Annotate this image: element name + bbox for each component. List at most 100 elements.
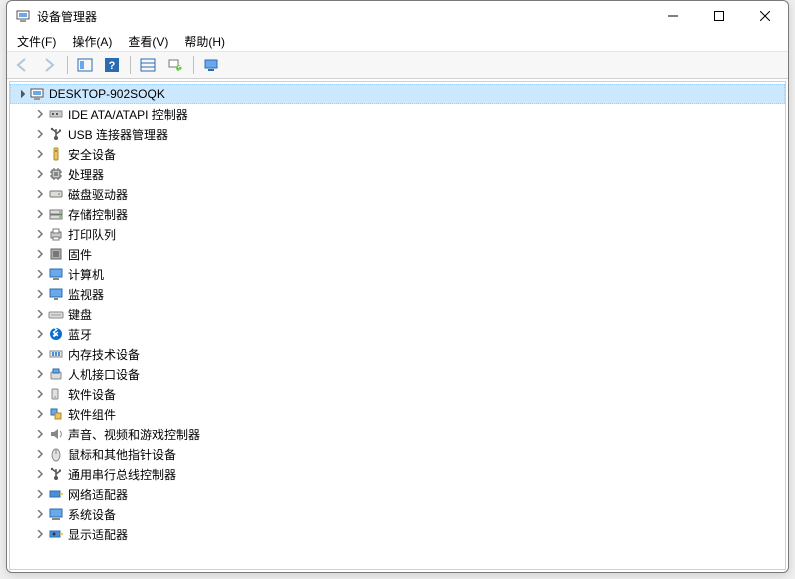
tree-node-label: USB 连接器管理器 xyxy=(68,126,176,143)
tree-node-label: 软件组件 xyxy=(68,406,124,423)
device-tree-pane[interactable]: DESKTOP-902SOQK IDE ATA/ATAPI 控制器 USB 连接器管… xyxy=(9,81,786,570)
tree-node[interactable]: 计算机 xyxy=(10,264,785,284)
expander-icon[interactable] xyxy=(32,526,48,542)
menu-file[interactable]: 文件(F) xyxy=(9,31,64,52)
toolbar: ? xyxy=(7,52,788,79)
processor-icon xyxy=(48,166,64,182)
toolbar-remote-button[interactable] xyxy=(198,53,224,77)
tree-node[interactable]: IDE ATA/ATAPI 控制器 xyxy=(10,104,785,124)
tree-node[interactable]: 键盘 xyxy=(10,304,785,324)
tree-node[interactable]: 存储控制器 xyxy=(10,204,785,224)
bluetooth-icon xyxy=(48,326,64,342)
usb-connector-icon xyxy=(48,126,64,142)
app-icon xyxy=(15,8,31,24)
tree-node-label: 磁盘驱动器 xyxy=(68,186,136,203)
tree-node-label: 处理器 xyxy=(68,166,112,183)
expander-icon[interactable] xyxy=(32,326,48,342)
computer-root-icon xyxy=(29,86,45,102)
tree-node[interactable]: 蓝牙 xyxy=(10,324,785,344)
tree-node[interactable]: 软件组件 xyxy=(10,404,785,424)
tree-node[interactable]: 打印队列 xyxy=(10,224,785,244)
device-tree: DESKTOP-902SOQK IDE ATA/ATAPI 控制器 USB 连接器管… xyxy=(10,82,785,546)
tree-node[interactable]: USB 连接器管理器 xyxy=(10,124,785,144)
tree-node[interactable]: 系统设备 xyxy=(10,504,785,524)
menu-bar: 文件(F) 操作(A) 查看(V) 帮助(H) xyxy=(7,31,788,52)
expander-icon[interactable] xyxy=(32,126,48,142)
tree-node-label: 网络适配器 xyxy=(68,486,136,503)
maximize-button[interactable] xyxy=(696,1,742,31)
tree-node[interactable]: 安全设备 xyxy=(10,144,785,164)
tree-node[interactable]: 鼠标和其他指针设备 xyxy=(10,444,785,464)
expander-icon[interactable] xyxy=(32,466,48,482)
expander-icon[interactable] xyxy=(32,306,48,322)
keyboard-icon xyxy=(48,306,64,322)
minimize-button[interactable] xyxy=(650,1,696,31)
tree-node-label: 软件设备 xyxy=(68,386,124,403)
expander-icon[interactable] xyxy=(32,206,48,222)
security-device-icon xyxy=(48,146,64,162)
expander-icon[interactable] xyxy=(32,106,48,122)
window-controls xyxy=(650,1,788,31)
toolbar-show-hide-tree-button[interactable] xyxy=(72,53,98,77)
expander-icon[interactable] xyxy=(32,386,48,402)
software-component-icon xyxy=(48,406,64,422)
tree-node-label: 键盘 xyxy=(68,306,100,323)
tree-node[interactable]: 内存技术设备 xyxy=(10,344,785,364)
tree-node-label: 通用串行总线控制器 xyxy=(68,466,184,483)
tree-node[interactable]: 人机接口设备 xyxy=(10,364,785,384)
usb-controller-icon xyxy=(48,466,64,482)
expander-icon[interactable] xyxy=(32,146,48,162)
display-adapter-icon xyxy=(48,526,64,542)
software-device-icon xyxy=(48,386,64,402)
expander-icon[interactable] xyxy=(32,406,48,422)
toolbar-scan-button[interactable] xyxy=(162,53,188,77)
expander-icon[interactable] xyxy=(13,86,29,102)
tree-node[interactable]: 网络适配器 xyxy=(10,484,785,504)
tree-node[interactable]: 处理器 xyxy=(10,164,785,184)
menu-help[interactable]: 帮助(H) xyxy=(176,31,233,52)
tree-node-label: 显示适配器 xyxy=(68,526,136,543)
title-bar[interactable]: 设备管理器 xyxy=(7,1,788,31)
menu-action[interactable]: 操作(A) xyxy=(64,31,120,52)
storage-controller-icon xyxy=(48,206,64,222)
tree-root-node[interactable]: DESKTOP-902SOQK xyxy=(10,84,785,104)
tree-node[interactable]: 磁盘驱动器 xyxy=(10,184,785,204)
expander-icon[interactable] xyxy=(32,226,48,242)
hid-icon xyxy=(48,366,64,382)
disk-drive-icon xyxy=(48,186,64,202)
tree-node[interactable]: 通用串行总线控制器 xyxy=(10,464,785,484)
menu-view[interactable]: 查看(V) xyxy=(120,31,176,52)
toolbar-separator xyxy=(67,56,68,74)
toolbar-help-button[interactable]: ? xyxy=(99,53,125,77)
expander-icon[interactable] xyxy=(32,426,48,442)
expander-icon[interactable] xyxy=(32,366,48,382)
expander-icon[interactable] xyxy=(32,506,48,522)
expander-icon[interactable] xyxy=(32,246,48,262)
close-button[interactable] xyxy=(742,1,788,31)
expander-icon[interactable] xyxy=(32,266,48,282)
tree-node-label: 人机接口设备 xyxy=(68,366,148,383)
tree-node-label: IDE ATA/ATAPI 控制器 xyxy=(68,106,196,123)
toolbar-separator xyxy=(193,56,194,74)
audio-icon xyxy=(48,426,64,442)
expander-icon[interactable] xyxy=(32,446,48,462)
tree-node[interactable]: 显示适配器 xyxy=(10,524,785,544)
expander-icon[interactable] xyxy=(32,286,48,302)
toolbar-back-button[interactable] xyxy=(9,53,35,77)
tree-node[interactable]: 固件 xyxy=(10,244,785,264)
expander-icon[interactable] xyxy=(32,166,48,182)
toolbar-forward-button[interactable] xyxy=(36,53,62,77)
tree-node[interactable]: 声音、视频和游戏控制器 xyxy=(10,424,785,444)
window-title: 设备管理器 xyxy=(37,8,650,25)
toolbar-separator xyxy=(130,56,131,74)
expander-icon[interactable] xyxy=(32,346,48,362)
tree-node[interactable]: 软件设备 xyxy=(10,384,785,404)
toolbar-details-button[interactable] xyxy=(135,53,161,77)
expander-icon[interactable] xyxy=(32,186,48,202)
tree-node-label: 声音、视频和游戏控制器 xyxy=(68,426,208,443)
tree-node[interactable]: 监视器 xyxy=(10,284,785,304)
expander-icon[interactable] xyxy=(32,486,48,502)
tree-node-label: 打印队列 xyxy=(68,226,124,243)
tree-node-label: 安全设备 xyxy=(68,146,124,163)
tree-node-label: 蓝牙 xyxy=(68,326,100,343)
